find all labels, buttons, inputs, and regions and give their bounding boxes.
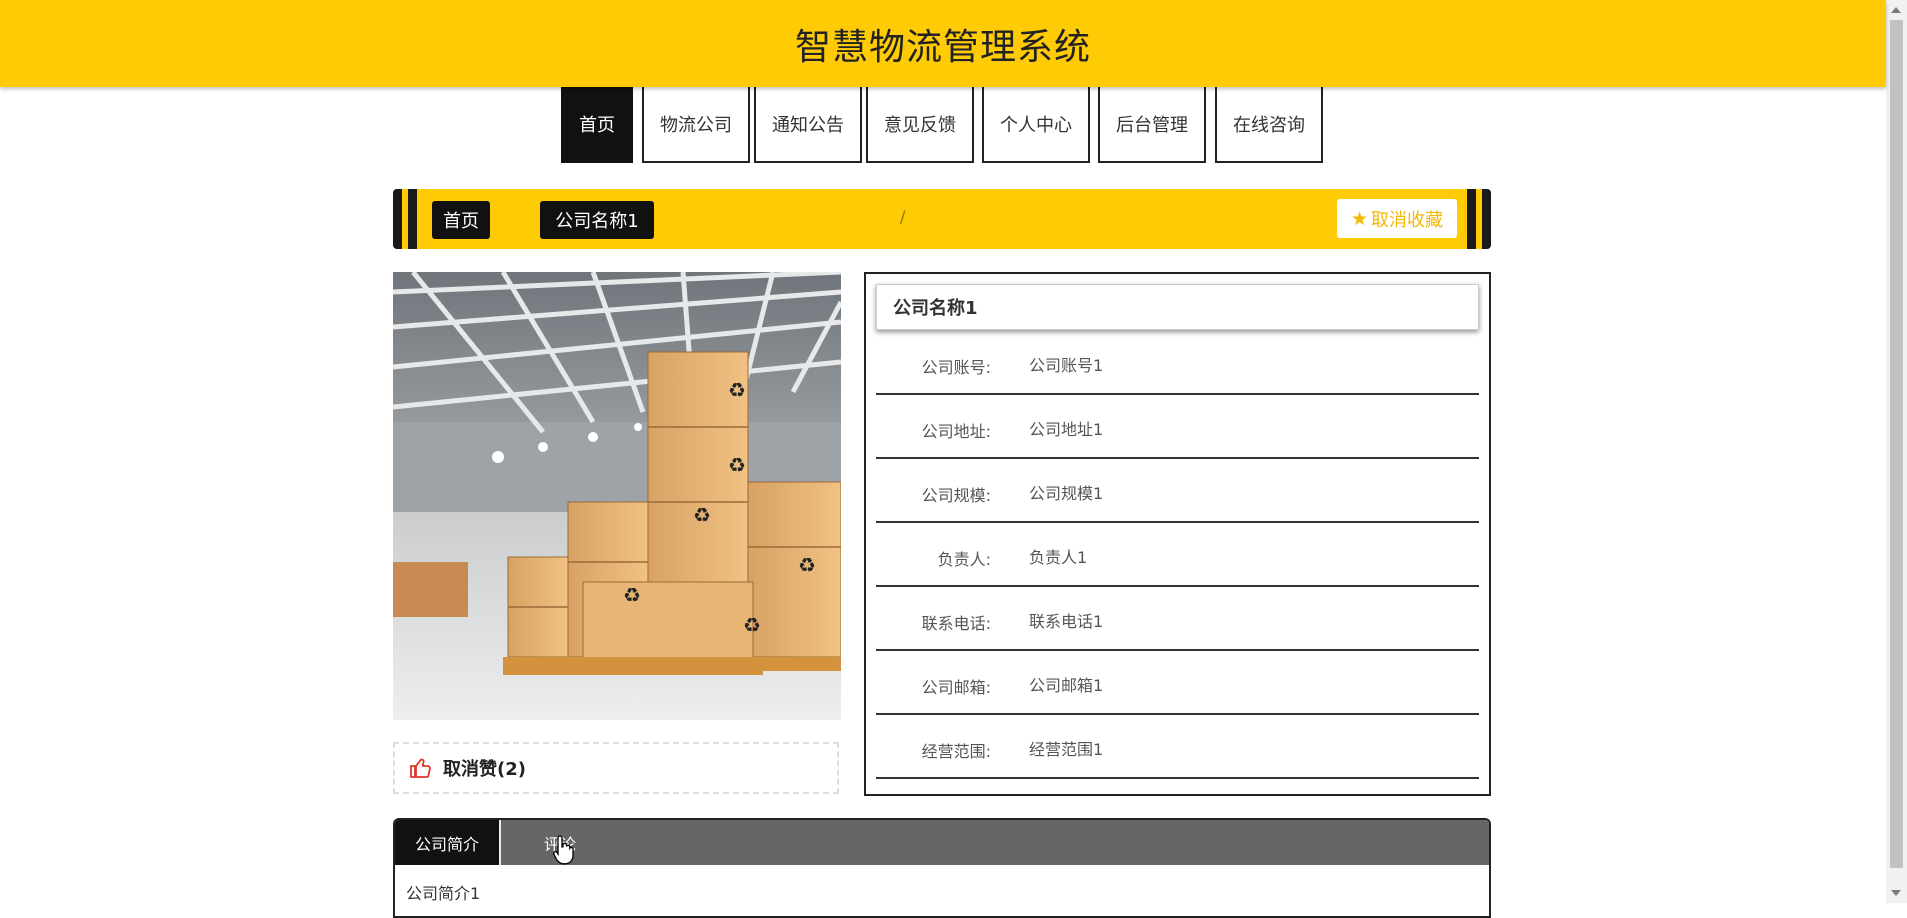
stripe-decoration	[408, 189, 417, 249]
info-label: 负责人:	[937, 550, 991, 569]
info-value: 公司账号1	[1029, 356, 1104, 375]
site-title: 智慧物流管理系统	[794, 26, 1091, 68]
info-label: 联系电话:	[921, 614, 991, 633]
info-label: 经营范围:	[921, 742, 991, 761]
info-row-business-scope: 经营范围: 经营范围1	[876, 716, 1479, 779]
info-value: 联系电话1	[1029, 612, 1104, 631]
breadcrumb-bar: 首页 / 公司名称1 ★ 取消收藏	[393, 189, 1491, 249]
company-photo: ♻ ♻ ♻ ♻ ♻ ♻	[393, 272, 841, 720]
breadcrumb-home[interactable]: 首页	[432, 201, 490, 239]
site-header: 智慧物流管理系统	[0, 0, 1886, 87]
like-box[interactable]: 取消赞(2)	[393, 742, 839, 794]
scroll-down-icon[interactable]	[1891, 890, 1901, 896]
company-name-title: 公司名称1	[876, 284, 1479, 330]
unfavorite-button[interactable]: ★ 取消收藏	[1337, 199, 1457, 238]
nav-item-home[interactable]: 首页	[561, 87, 633, 163]
vertical-scrollbar[interactable]	[1886, 0, 1907, 903]
nav-item-online-consult[interactable]: 在线咨询	[1215, 87, 1323, 163]
nav-item-logistics-companies[interactable]: 物流公司	[642, 87, 750, 163]
scroll-thumb[interactable]	[1890, 20, 1903, 868]
info-value: 公司邮箱1	[1029, 676, 1104, 695]
svg-text:♻: ♻	[728, 453, 746, 477]
info-label: 公司规模:	[921, 486, 991, 505]
info-value: 公司地址1	[1029, 420, 1104, 439]
company-info-panel: 公司名称1 公司账号: 公司账号1 公司地址: 公司地址1 公司规模: 公司规模…	[864, 272, 1491, 796]
info-row-address: 公司地址: 公司地址1	[876, 396, 1479, 459]
info-value: 公司规模1	[1029, 484, 1104, 503]
info-row-phone: 联系电话: 联系电话1	[876, 588, 1479, 651]
company-intro-text: 公司简介1	[406, 884, 481, 903]
svg-text:♻: ♻	[743, 613, 761, 637]
nav-item-personal-center[interactable]: 个人中心	[982, 87, 1090, 163]
info-row-email: 公司邮箱: 公司邮箱1	[876, 652, 1479, 715]
svg-text:♻: ♻	[798, 553, 816, 577]
info-label: 公司邮箱:	[921, 678, 991, 697]
nav-item-notices[interactable]: 通知公告	[754, 87, 862, 163]
stripe-decoration	[1467, 189, 1476, 249]
unlike-label: 取消赞(2)	[443, 759, 526, 780]
warehouse-boxes-image: ♻ ♻ ♻ ♻ ♻ ♻	[393, 272, 841, 720]
svg-text:♻: ♻	[728, 378, 746, 402]
info-row-scale: 公司规模: 公司规模1	[876, 460, 1479, 523]
nav-item-admin[interactable]: 后台管理	[1098, 87, 1206, 163]
svg-text:♻: ♻	[623, 583, 641, 607]
info-value: 负责人1	[1029, 548, 1088, 567]
info-row-manager: 负责人: 负责人1	[876, 524, 1479, 587]
thumbs-up-icon	[410, 758, 431, 778]
unfavorite-label: 取消收藏	[1371, 209, 1444, 231]
tab-company-intro[interactable]: 公司简介	[395, 820, 501, 865]
hand-cursor-icon	[553, 835, 574, 865]
star-icon: ★	[1350, 207, 1369, 230]
nav-item-feedback[interactable]: 意见反馈	[866, 87, 974, 163]
detail-tabs: 公司简介 评论 公司简介1	[393, 818, 1491, 918]
stripe-decoration	[393, 189, 402, 249]
info-value: 经营范围1	[1029, 740, 1104, 759]
breadcrumb-current[interactable]: 公司名称1	[540, 201, 654, 239]
info-label: 公司地址:	[921, 422, 991, 441]
stripe-decoration	[1482, 189, 1491, 249]
main-nav: 首页 物流公司 通知公告 意见反馈 个人中心 后台管理 在线咨询	[0, 87, 1886, 165]
info-row-account: 公司账号: 公司账号1	[876, 332, 1479, 395]
info-label: 公司账号:	[921, 358, 991, 377]
svg-text:♻: ♻	[693, 503, 711, 527]
breadcrumb-separator: /	[900, 207, 906, 226]
scroll-up-icon[interactable]	[1891, 7, 1901, 13]
